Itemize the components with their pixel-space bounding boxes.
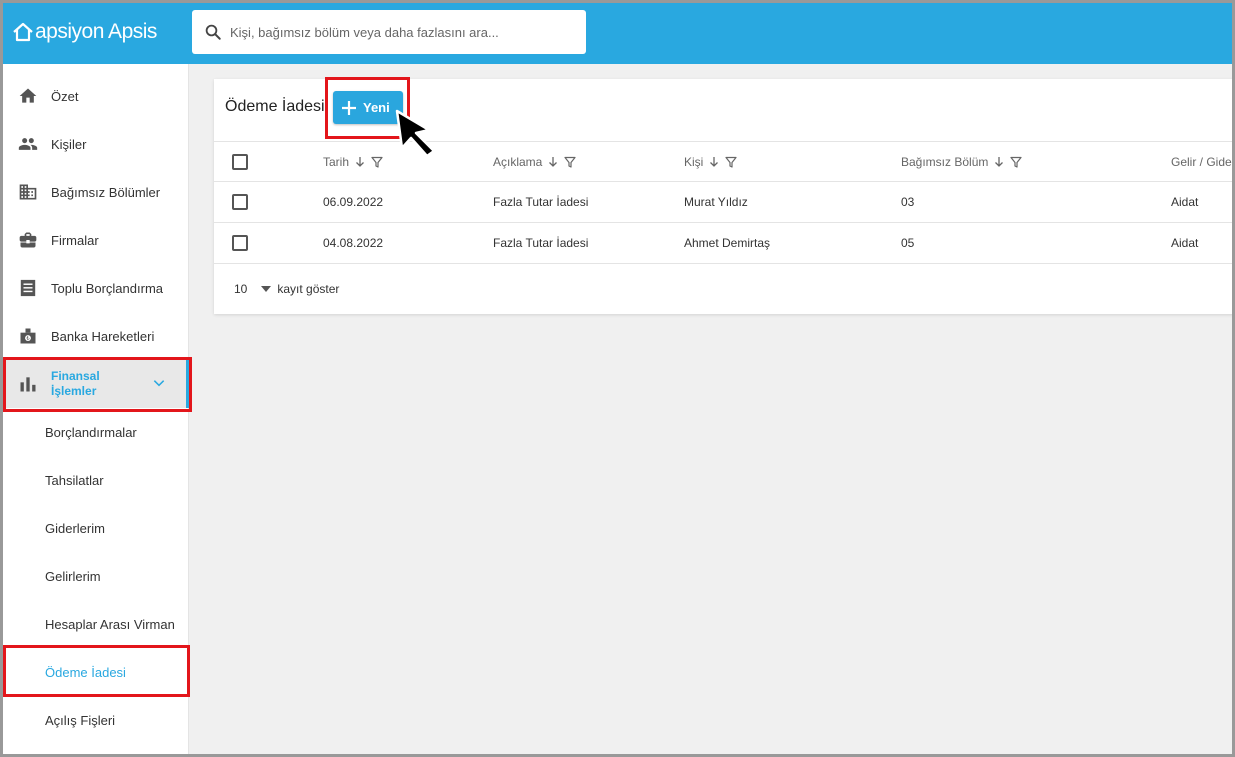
- cell-unit: 03: [901, 195, 915, 209]
- sidebar-item-firmalar[interactable]: Firmalar: [3, 216, 189, 264]
- sidebar-item-label: Banka Hareketleri: [51, 328, 155, 344]
- filter-icon[interactable]: [1010, 156, 1022, 168]
- cell-date: 06.09.2022: [323, 195, 384, 209]
- sidebar-item-kisiler[interactable]: Kişiler: [3, 120, 189, 168]
- search-input[interactable]: [230, 24, 560, 40]
- filter-icon[interactable]: [564, 156, 576, 168]
- sidebar-subitem-tahsilatlar[interactable]: Tahsilatlar: [3, 456, 189, 504]
- sidebar-subitem-gelirlerim[interactable]: Gelirlerim: [3, 552, 189, 600]
- column-header-label: Kişi: [684, 155, 704, 169]
- sort-down-icon[interactable]: [354, 156, 366, 168]
- sidebar-subitem-label: Tahsilatlar: [45, 472, 104, 488]
- sidebar-subitem-label: Giderlerim: [45, 520, 105, 536]
- mouse-cursor-icon: [395, 109, 436, 158]
- cell-description: Fazla Tutar İadesi: [493, 236, 589, 250]
- highlight-finansal-islemler: [3, 357, 192, 412]
- row-checkbox[interactable]: [232, 194, 248, 210]
- cell-income-expense: Aidat: [1171, 236, 1199, 250]
- cell-income-expense: Aidat: [1171, 195, 1199, 209]
- page-size-selector[interactable]: 10 kayıt göster: [234, 282, 339, 296]
- cell-person: Ahmet Demirtaş: [684, 236, 771, 250]
- sidebar-subitem-hesaplar-arasi-virman[interactable]: Hesaplar Arası Virman: [3, 600, 189, 648]
- row-checkbox[interactable]: [232, 235, 248, 251]
- column-header-tarih[interactable]: Tarih: [323, 155, 383, 169]
- page-title: Ödeme İadesi: [225, 98, 325, 115]
- briefcase-icon: [17, 229, 39, 251]
- cell-description: Fazla Tutar İadesi: [493, 195, 589, 209]
- sidebar-subitem-giderlerim[interactable]: Giderlerim: [3, 504, 189, 552]
- page-size-label: kayıt göster: [277, 282, 340, 296]
- page-size-value: 10: [234, 282, 248, 296]
- sidebar-subitem-label: Açılış Fişleri: [45, 712, 116, 728]
- sidebar-item-label: Bağımsız Bölümler: [51, 184, 161, 200]
- sidebar-subitem-label: Borçlandırmalar: [45, 424, 137, 440]
- sort-down-icon[interactable]: [547, 156, 559, 168]
- cell-unit: 05: [901, 236, 915, 250]
- search-box[interactable]: [192, 10, 586, 54]
- sidebar-item-label: Toplu Borçlandırma: [51, 280, 163, 296]
- highlight-odeme-iadesi: [3, 645, 190, 697]
- sidebar-subitem-acilis-fisleri[interactable]: Açılış Fişleri: [3, 696, 189, 744]
- sidebar-item-label: Özet: [51, 88, 79, 104]
- top-bar: apsiyon Apsis: [0, 0, 1235, 64]
- sidebar-item-banka-hareketleri[interactable]: ₺ Banka Hareketleri: [3, 312, 189, 360]
- building-icon: [17, 181, 39, 203]
- bank-icon: ₺: [17, 325, 39, 347]
- column-header-label: Gelir / Gider: [1171, 155, 1235, 169]
- filter-icon[interactable]: [725, 156, 737, 168]
- ledger-icon: [17, 277, 39, 299]
- column-header-bagimsiz-bolum[interactable]: Bağımsız Bölüm: [901, 155, 1022, 169]
- table-row[interactable]: 04.08.2022 Fazla Tutar İadesi Ahmet Demi…: [214, 223, 1235, 264]
- search-icon: [205, 24, 221, 40]
- sidebar-item-bagimsiz-bolumler[interactable]: Bağımsız Bölümler: [3, 168, 189, 216]
- sidebar-item-toplu-borclandirma[interactable]: Toplu Borçlandırma: [3, 264, 189, 312]
- sidebar-subitem-label: Gelirlerim: [45, 568, 101, 584]
- column-header-aciklama[interactable]: Açıklama: [493, 155, 576, 169]
- column-header-gelir-gider[interactable]: Gelir / Gider: [1171, 155, 1235, 169]
- cell-date: 04.08.2022: [323, 236, 384, 250]
- column-header-kisi[interactable]: Kişi: [684, 155, 737, 169]
- sidebar-subitem-label: Hesaplar Arası Virman: [45, 616, 175, 632]
- filter-icon[interactable]: [371, 156, 383, 168]
- column-header-label: Tarih: [323, 155, 350, 169]
- app-logo[interactable]: apsiyon Apsis: [12, 18, 157, 46]
- sort-down-icon[interactable]: [993, 156, 1005, 168]
- sort-down-icon[interactable]: [708, 156, 720, 168]
- sidebar-subitem-borclandirmalar[interactable]: Borçlandırmalar: [3, 408, 189, 456]
- sidebar-item-label: Kişiler: [51, 136, 87, 152]
- column-header-label: Bağımsız Bölüm: [901, 155, 989, 169]
- people-icon: [17, 133, 39, 155]
- select-all-checkbox[interactable]: [232, 154, 248, 170]
- table-row[interactable]: 06.09.2022 Fazla Tutar İadesi Murat Yıld…: [214, 182, 1235, 223]
- cell-person: Murat Yıldız: [684, 195, 748, 209]
- app-name: apsiyon Apsis: [35, 20, 157, 43]
- caret-down-icon[interactable]: [261, 286, 272, 292]
- sidebar-item-ozet[interactable]: Özet: [3, 72, 189, 120]
- table-header: Tarih Açıklama Kişi Bağımsız Bölüm Gelir…: [214, 141, 1235, 182]
- house-logo-icon: [13, 22, 33, 42]
- sidebar-item-label: Firmalar: [51, 232, 99, 248]
- column-header-label: Açıklama: [493, 155, 543, 169]
- home-icon: [17, 85, 39, 107]
